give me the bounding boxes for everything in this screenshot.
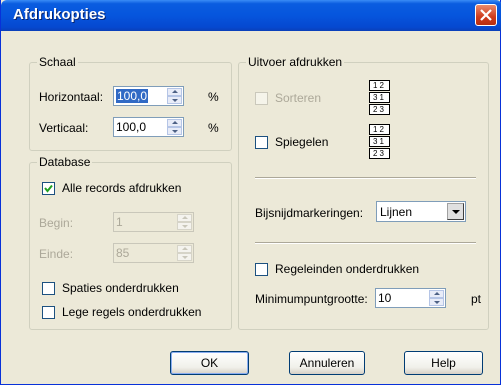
mirror-label[interactable]: Spiegelen: [275, 135, 328, 149]
mirror-checkbox[interactable]: [255, 136, 268, 149]
horizontal-label: Horizontaal:: [39, 90, 104, 104]
min-point-size-label: Minimumpuntgrootte:: [255, 292, 368, 306]
collate-row-3: 23: [369, 104, 390, 115]
begin-down-arrow-icon: [177, 222, 192, 230]
database-legend: Database: [37, 155, 93, 169]
horizontal-scale-value[interactable]: 100,0: [116, 89, 149, 103]
begin-label: Begin:: [39, 216, 74, 230]
close-button[interactable]: [475, 4, 497, 26]
end-value: 85: [116, 246, 130, 260]
vertical-unit: %: [208, 121, 219, 135]
all-records-label[interactable]: Alle records afdrukken: [62, 181, 181, 195]
vertical-down-arrow-icon[interactable]: [167, 127, 182, 135]
min-point-size-down-arrow-icon[interactable]: [429, 298, 444, 306]
end-spinner: 85: [113, 243, 194, 263]
chevron-down-icon[interactable]: [447, 203, 464, 220]
min-point-size-spinner[interactable]: 10: [375, 288, 446, 308]
begin-value: 1: [116, 215, 123, 229]
horizontal-down-arrow-icon[interactable]: [167, 96, 182, 104]
vertical-label: Verticaal:: [39, 121, 89, 135]
title-bar[interactable]: Afdrukopties: [1, 0, 501, 31]
min-point-size-value[interactable]: 10: [378, 291, 391, 305]
mirror-collate-row-1: 12: [369, 124, 390, 135]
output-separator-bottom: [255, 242, 476, 244]
horizontal-up-arrow-icon[interactable]: [167, 88, 182, 96]
mirror-collate-row-3: 23: [369, 148, 390, 159]
end-down-arrow-icon: [177, 253, 192, 261]
suppress-line-endings-checkbox[interactable]: [255, 263, 268, 276]
crop-marks-label: Bijsnijdmarkeringen:: [255, 206, 364, 220]
suppress-spaces-checkbox[interactable]: [42, 282, 55, 295]
dialog-title: Afdrukopties: [13, 6, 106, 23]
end-label: Einde:: [39, 247, 74, 261]
mirror-collate-row-2: 31: [369, 136, 390, 147]
horizontal-scale-spinner[interactable]: 100,0: [113, 86, 184, 106]
collate-row-2: 31: [369, 92, 390, 103]
help-button[interactable]: Help: [404, 351, 483, 375]
vertical-up-arrow-icon[interactable]: [167, 119, 182, 127]
horizontal-unit: %: [208, 90, 219, 104]
end-up-arrow-icon: [177, 245, 192, 253]
suppress-blank-lines-label[interactable]: Lege regels onderdrukken: [62, 305, 201, 319]
collate-row-1: 12: [369, 80, 390, 91]
output-legend: Uitvoer afdrukken: [246, 55, 345, 69]
vertical-scale-value[interactable]: 100,0: [116, 120, 146, 134]
sort-checkbox: [255, 92, 268, 105]
vertical-scale-spinner[interactable]: 100,0: [113, 117, 184, 137]
suppress-spaces-label[interactable]: Spaties onderdrukken: [62, 281, 179, 295]
close-icon: [480, 9, 492, 21]
ok-button[interactable]: OK: [170, 351, 249, 375]
scale-legend: Schaal: [37, 55, 78, 69]
suppress-blank-lines-checkbox[interactable]: [42, 306, 55, 319]
begin-up-arrow-icon: [177, 214, 192, 222]
all-records-checkbox[interactable]: [42, 182, 55, 195]
sort-label: Sorteren: [275, 91, 322, 105]
output-separator-top: [255, 177, 476, 179]
scale-group: Schaal: [29, 55, 232, 151]
min-point-size-unit: pt: [471, 292, 482, 306]
crop-marks-select[interactable]: Lijnen: [376, 201, 466, 222]
print-options-dialog: Afdrukopties Schaal Horizontaal: 100,0 %…: [0, 0, 501, 385]
cancel-button[interactable]: Annuleren: [289, 351, 365, 375]
min-point-size-up-arrow-icon[interactable]: [429, 290, 444, 298]
checkmark-icon: [44, 184, 53, 193]
crop-marks-value[interactable]: Lijnen: [380, 205, 412, 219]
suppress-line-endings-label[interactable]: Regeleinden onderdrukken: [275, 262, 419, 276]
begin-spinner: 1: [113, 212, 194, 232]
